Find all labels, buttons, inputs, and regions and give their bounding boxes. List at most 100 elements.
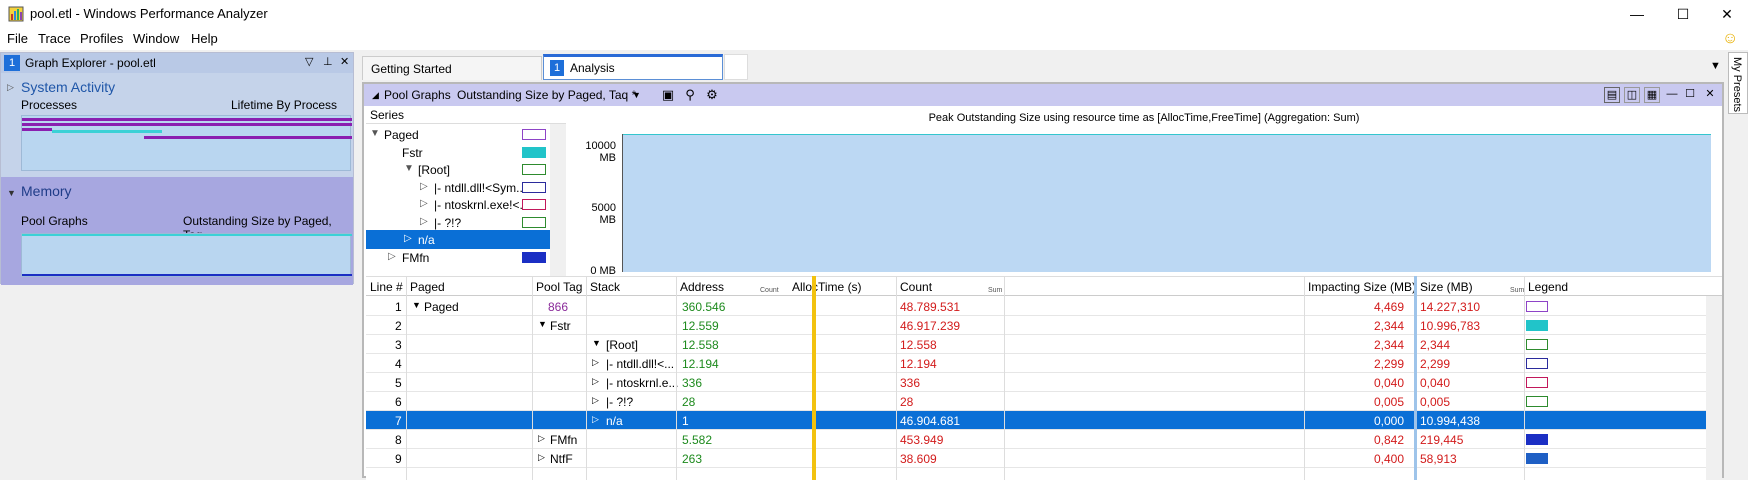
preset-dropdown-icon[interactable]: ▼	[632, 90, 641, 100]
menu-window[interactable]: Window	[133, 31, 179, 46]
legend-swatch[interactable]	[1526, 358, 1548, 369]
expand-toggle-icon[interactable]: ▷	[404, 233, 412, 244]
legend-swatch[interactable]	[1526, 415, 1548, 426]
graph-only-icon[interactable]: ◫	[1624, 87, 1640, 103]
col-pool-tag[interactable]: Pool Tag	[536, 280, 582, 294]
table-row[interactable]: 7 ▷ n/a 1 46.904.681 0,000 10.994,438	[366, 411, 1706, 430]
menu-trace[interactable]: Trace	[38, 31, 71, 46]
chart-image-icon[interactable]: ▣	[660, 87, 676, 103]
table-row[interactable]: 1 ▼ Paged 866 360.546 48.789.531 4,469 14.227,3…	[366, 297, 1706, 316]
series-swatch[interactable]	[522, 251, 546, 263]
series-swatch[interactable]	[522, 234, 546, 245]
table-row[interactable]: 9 ▷ NtfF 263 38.609 0,400 58,913	[366, 449, 1706, 468]
col-impacting-size[interactable]: Impacting Size (MB)	[1308, 280, 1416, 294]
feedback-smiley-icon[interactable]: ☺	[1722, 30, 1738, 48]
col-count[interactable]: Count	[900, 280, 932, 294]
memory-title[interactable]: Memory	[21, 183, 72, 199]
legend-swatch[interactable]	[1526, 339, 1548, 350]
paged-toggle-icon[interactable]: ▼	[412, 300, 421, 310]
tab-analysis[interactable]: 1 Analysis	[543, 54, 723, 80]
legend-swatch[interactable]	[1526, 453, 1548, 464]
tag-toggle-icon[interactable]: ▼	[538, 319, 547, 329]
legend-swatch[interactable]	[1526, 434, 1548, 445]
col-paged[interactable]: Paged	[410, 280, 445, 294]
legend-swatch[interactable]	[1526, 320, 1548, 331]
series-swatch[interactable]	[522, 199, 546, 210]
legend-swatch[interactable]	[1526, 301, 1548, 312]
table-only-icon[interactable]: ▦	[1644, 87, 1660, 103]
stack-toggle-icon[interactable]: ▷	[592, 357, 599, 368]
table-row[interactable]: 3 ▼ [Root] 12.558 12.558 2,344 2,344	[366, 335, 1706, 354]
stack-toggle-icon[interactable]: ▼	[592, 338, 601, 348]
menu-file[interactable]: File	[7, 31, 28, 46]
col-stack[interactable]: Stack	[590, 280, 620, 294]
series-swatch[interactable]	[522, 146, 546, 158]
series-row[interactable]: ▼ Paged	[366, 125, 550, 144]
minimize-button[interactable]: —	[1614, 0, 1660, 28]
stack-toggle-icon[interactable]: ▷	[592, 414, 599, 425]
panel-close-icon[interactable]: ✕	[1702, 87, 1718, 103]
expand-toggle-icon[interactable]: ▷	[388, 251, 396, 262]
tag-toggle-icon[interactable]: ▷	[538, 452, 545, 463]
series-row[interactable]: ▷ |- ?!?	[366, 213, 550, 232]
menu-profiles[interactable]: Profiles	[80, 31, 123, 46]
graph-and-table-icon[interactable]: ▤	[1604, 87, 1620, 103]
maximize-button[interactable]: ☐	[1660, 0, 1706, 28]
expand-toggle-icon[interactable]: ▼	[404, 163, 414, 174]
pane-close-icon[interactable]: ✕	[340, 55, 349, 68]
close-button[interactable]: ✕	[1704, 0, 1748, 28]
legend-swatch[interactable]	[1526, 377, 1548, 388]
expand-toggle-icon[interactable]: ▼	[370, 128, 380, 139]
expand-toggle-icon[interactable]: ▷	[420, 181, 428, 192]
series-row[interactable]: Fstr	[366, 143, 550, 162]
series-row[interactable]: ▷ FMfn	[366, 248, 550, 267]
col-line[interactable]: Line #	[370, 280, 403, 294]
table-row[interactable]: 2 ▼ Fstr 12.559 46.917.239 2,344 10.996,783	[366, 316, 1706, 335]
table-row[interactable]: 6 ▷ |- ?!? 28 28 0,005 0,005	[366, 392, 1706, 411]
col-size[interactable]: Size (MB)	[1420, 280, 1473, 294]
stack-toggle-icon[interactable]: ▷	[592, 395, 599, 406]
pool-graphs-thumbnail[interactable]	[21, 233, 352, 277]
series-swatch[interactable]	[522, 129, 546, 140]
legend-swatch[interactable]	[1526, 396, 1548, 407]
tag-toggle-icon[interactable]: ▷	[538, 433, 545, 444]
series-row[interactable]: ▼ [Root]	[366, 160, 550, 179]
col-legend[interactable]: Legend	[1528, 280, 1568, 294]
series-swatch[interactable]	[522, 181, 546, 193]
col-address-agg: Count	[760, 287, 779, 294]
tab-getting-started[interactable]: Getting Started	[362, 56, 542, 80]
pin-icon[interactable]: ⊥	[323, 55, 333, 68]
series-row[interactable]: ▷ |- ntdll.dll!<Sym...	[366, 178, 550, 197]
tab-new[interactable]	[724, 54, 748, 80]
search-icon[interactable]: ⚲	[682, 87, 698, 103]
series-swatch[interactable]	[522, 216, 546, 228]
plot-area[interactable]	[622, 133, 1711, 272]
stack-toggle-icon[interactable]: ▷	[592, 376, 599, 387]
collapse-arrow-icon[interactable]: ▼	[7, 188, 16, 198]
expand-arrow-icon[interactable]: ▷	[7, 82, 14, 93]
system-activity-title[interactable]: System Activity	[21, 79, 115, 95]
expand-toggle-icon[interactable]: ▷	[420, 216, 428, 227]
series-row[interactable]: ▷ n/a	[366, 230, 550, 249]
col-alloctime[interactable]: AllocTime (s)	[792, 280, 862, 294]
pane-menu-icon[interactable]: ▽	[305, 55, 313, 68]
table-row[interactable]: 8 ▷ FMfn 5.582 453.949 0,842 219,445	[366, 430, 1706, 449]
preset-selector[interactable]: Outstanding Size by Paged, Taq *	[457, 88, 636, 102]
series-swatch[interactable]	[522, 164, 546, 175]
table-row[interactable]: 4 ▷ |- ntdll.dll!<... 12.194 12.194 2,299 2,29…	[366, 354, 1706, 373]
tab-menu-icon[interactable]: ▼	[1710, 60, 1721, 72]
series-row[interactable]: ▷ |- ntoskrnl.exe!<...	[366, 195, 550, 214]
table-row[interactable]: 5 ▷ |- ntoskrnl.e... 336 336 0,040 0,040	[366, 373, 1706, 392]
panel-minimize-icon[interactable]: —	[1664, 87, 1680, 103]
processes-thumbnail[interactable]	[21, 115, 352, 171]
menu-help[interactable]: Help	[191, 31, 218, 46]
column-divider-bar[interactable]	[812, 276, 816, 480]
series-scrollbar[interactable]	[550, 124, 566, 296]
collapse-panel-icon[interactable]: ◢	[372, 90, 379, 101]
my-presets-button[interactable]: My Presets	[1728, 52, 1748, 114]
table-scrollbar[interactable]	[1706, 296, 1722, 480]
expand-toggle-icon[interactable]: ▷	[420, 198, 428, 209]
col-address[interactable]: Address	[680, 280, 724, 294]
gear-icon[interactable]: ⚙	[704, 87, 720, 103]
panel-maximize-icon[interactable]: ☐	[1682, 87, 1698, 103]
